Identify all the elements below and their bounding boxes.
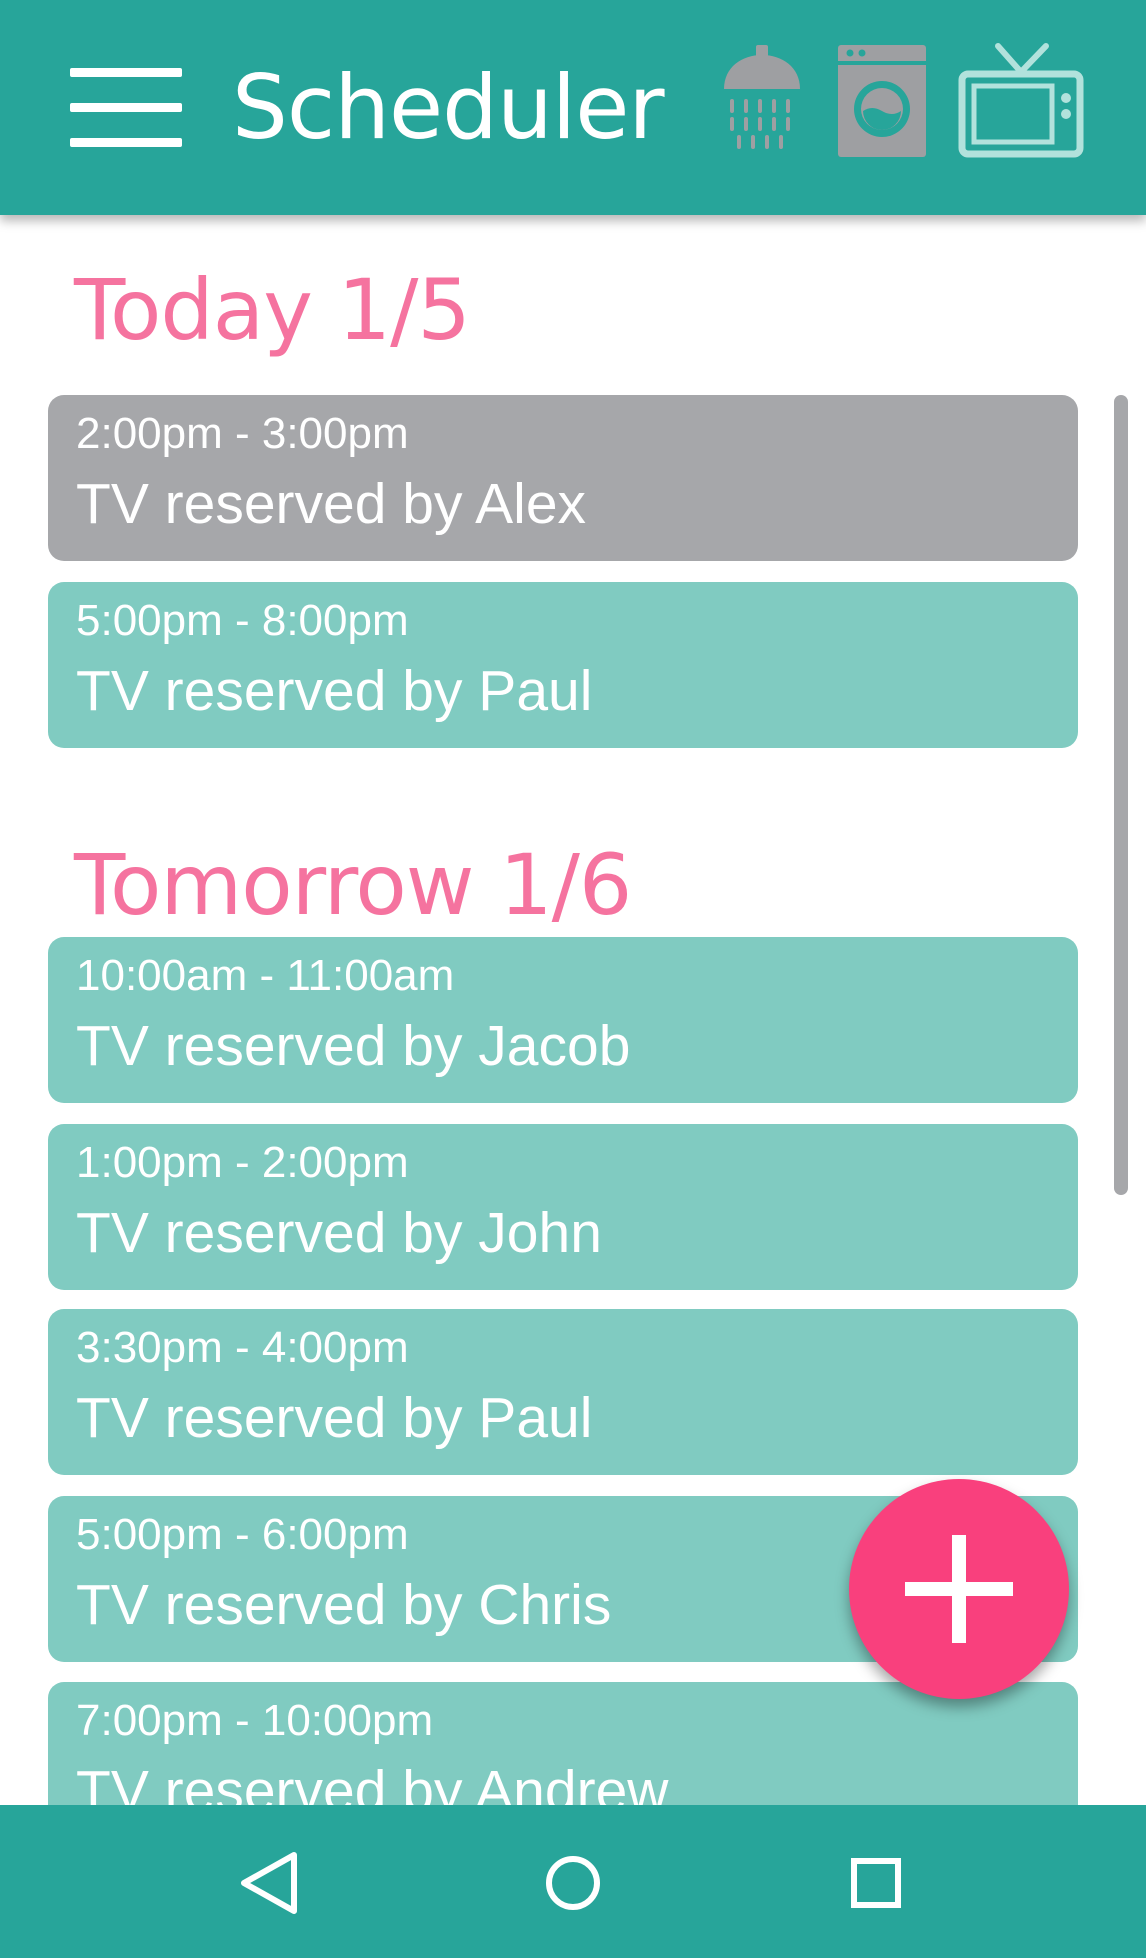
reservation-time: 5:00pm - 6:00pm <box>76 1510 409 1559</box>
day-heading-tomorrow: Tomorrow 1/6 <box>74 836 632 934</box>
back-triangle-icon[interactable] <box>230 1843 310 1923</box>
washing-machine-icon[interactable] <box>838 45 926 157</box>
reservation-time: 5:00pm - 8:00pm <box>76 596 409 645</box>
recents-square-icon[interactable] <box>836 1843 916 1923</box>
reservation-time: 10:00am - 11:00am <box>76 951 455 1000</box>
add-reservation-button[interactable] <box>849 1479 1069 1699</box>
app-bar: Scheduler <box>0 0 1146 215</box>
reservation-label: TV reserved by Paul <box>76 659 593 723</box>
shower-icon[interactable] <box>720 45 804 151</box>
reservation-time: 2:00pm - 3:00pm <box>76 409 409 458</box>
scrollbar[interactable] <box>1114 395 1128 1195</box>
reservation-card[interactable]: 10:00am - 11:00am TV reserved by Jacob <box>48 937 1078 1103</box>
home-circle-icon[interactable] <box>533 1843 613 1923</box>
reservation-time: 1:00pm - 2:00pm <box>76 1138 409 1187</box>
reservation-card[interactable]: 5:00pm - 8:00pm TV reserved by Paul <box>48 582 1078 748</box>
reservation-label: TV reserved by John <box>76 1201 602 1265</box>
reservation-card[interactable]: 1:00pm - 2:00pm TV reserved by John <box>48 1124 1078 1290</box>
reservation-label: TV reserved by Andrew <box>76 1759 669 1805</box>
hamburger-menu-icon[interactable] <box>70 68 182 148</box>
reservation-card[interactable]: 2:00pm - 3:00pm TV reserved by Alex <box>48 395 1078 561</box>
reservation-label: TV reserved by Chris <box>76 1573 612 1637</box>
reservation-label: TV reserved by Alex <box>76 472 587 536</box>
reservation-card[interactable]: 3:30pm - 4:00pm TV reserved by Paul <box>48 1309 1078 1475</box>
reservation-time: 7:00pm - 10:00pm <box>76 1696 434 1745</box>
system-nav-bar <box>0 1805 1146 1958</box>
tv-icon[interactable] <box>958 42 1084 158</box>
day-heading-today: Today 1/5 <box>74 261 471 359</box>
reservation-time: 3:30pm - 4:00pm <box>76 1323 409 1372</box>
reservation-card[interactable]: 7:00pm - 10:00pm TV reserved by Andrew <box>48 1682 1078 1805</box>
app-title: Scheduler <box>232 56 665 159</box>
reservation-label: TV reserved by Paul <box>76 1386 593 1450</box>
reservation-label: TV reserved by Jacob <box>76 1014 631 1078</box>
